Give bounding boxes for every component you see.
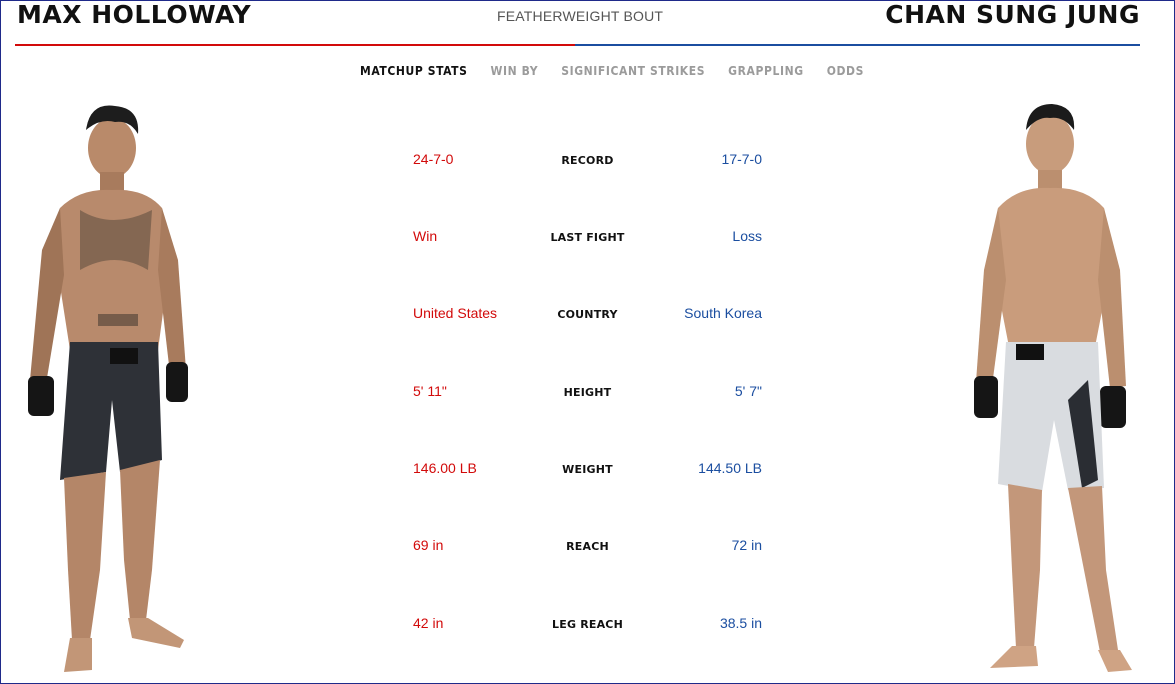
stat-row-height: 5' 11" HEIGHT 5' 7" <box>0 383 1175 403</box>
stat-row-reach: 69 in REACH 72 in <box>0 537 1175 557</box>
blue-corner-divider <box>575 44 1140 46</box>
blue-corner-reach: 72 in <box>731 537 762 553</box>
stat-label-last-fight: LAST FIGHT <box>550 231 625 244</box>
tab-grappling[interactable]: GRAPPLING <box>728 64 804 78</box>
stat-label-leg-reach: LEG REACH <box>552 618 623 631</box>
red-corner-weight: 146.00 LB <box>413 460 477 476</box>
stat-row-leg-reach: 42 in LEG REACH 38.5 in <box>0 615 1175 635</box>
stat-label-record: RECORD <box>561 154 614 167</box>
stat-label-height: HEIGHT <box>563 386 612 399</box>
tab-odds[interactable]: ODDS <box>827 64 864 78</box>
blue-corner-last-fight: Loss <box>732 228 762 244</box>
stat-label-reach: REACH <box>566 540 609 553</box>
stat-row-record: 24-7-0 RECORD 17-7-0 <box>0 151 1175 171</box>
blue-corner-record: 17-7-0 <box>721 151 762 167</box>
blue-corner-leg-reach: 38.5 in <box>719 615 762 631</box>
stat-row-country: United States COUNTRY South Korea <box>0 305 1175 325</box>
blue-corner-height: 5' 7" <box>734 383 762 399</box>
red-corner-record: 24-7-0 <box>413 151 454 167</box>
stat-row-weight: 146.00 LB WEIGHT 144.50 LB <box>0 460 1175 480</box>
blue-corner-weight: 144.50 LB <box>698 460 762 476</box>
blue-corner-country: South Korea <box>684 305 762 321</box>
red-corner-height: 5' 11" <box>413 383 447 399</box>
red-corner-reach: 69 in <box>413 537 444 553</box>
stat-row-last-fight: Win LAST FIGHT Loss <box>0 228 1175 248</box>
red-corner-country: United States <box>413 305 498 321</box>
red-corner-last-fight: Win <box>413 228 438 244</box>
tab-matchup-stats[interactable]: MATCHUP STATS <box>360 64 468 78</box>
tab-win-by[interactable]: WIN BY <box>491 64 539 78</box>
red-corner-fighter-name[interactable]: MAX HOLLOWAY <box>17 0 251 30</box>
tab-significant-strikes[interactable]: SIGNIFICANT STRIKES <box>561 64 705 78</box>
stats-tabs: MATCHUP STATS WIN BY SIGNIFICANT STRIKES… <box>360 64 887 78</box>
red-corner-divider <box>15 44 575 46</box>
blue-corner-fighter-name[interactable]: CHAN SUNG JUNG <box>885 0 1140 30</box>
stat-label-country: COUNTRY <box>557 308 618 321</box>
bout-type: FEATHERWEIGHT BOUT <box>497 8 664 24</box>
stat-label-weight: WEIGHT <box>562 463 613 476</box>
red-corner-leg-reach: 42 in <box>413 615 444 631</box>
